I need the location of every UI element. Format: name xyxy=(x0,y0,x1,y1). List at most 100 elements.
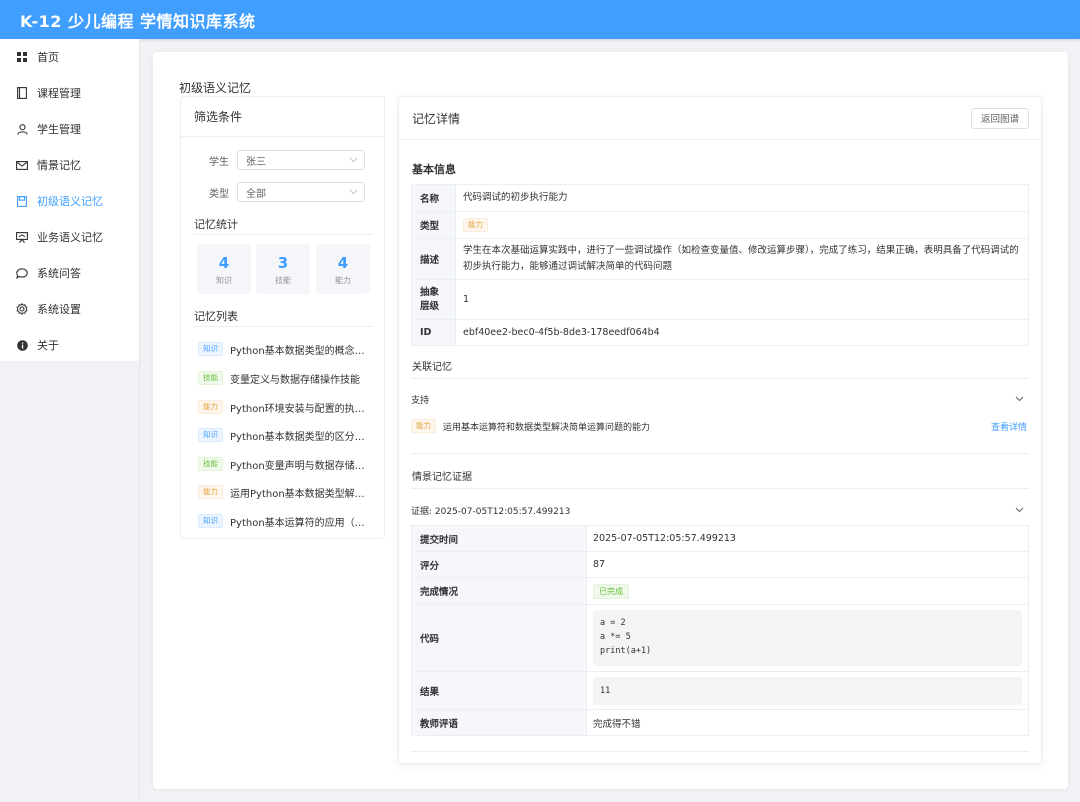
filter-panel-title: 筛选条件 xyxy=(181,97,384,137)
evidence-title: 情景记忆证据 xyxy=(412,472,472,483)
divider xyxy=(411,378,1029,379)
app-title: K-12 少儿编程 学情知识库系统 xyxy=(20,11,256,31)
info-key: 类型 xyxy=(411,211,456,239)
status-badge: 已完成 xyxy=(593,583,629,599)
evidence-group-label: 证据: 2025-07-05T12:05:57.499213 xyxy=(411,507,571,517)
list-item-text: 运用Python基本数据类型解决... xyxy=(230,488,373,500)
sidebar-item-episodic-memory[interactable]: 情景记忆 xyxy=(0,147,139,183)
student-filter-row: 学生 张三 xyxy=(181,150,365,170)
sidebar-item-label: 首页 xyxy=(37,51,59,64)
info-row-level: 抽象层级 1 xyxy=(411,279,1029,320)
stat-label: 知识 xyxy=(216,276,232,285)
list-item[interactable]: 能力 运用Python基本数据类型解决... xyxy=(198,482,373,502)
stats-title: 记忆统计 xyxy=(194,218,238,231)
teacher-comment: 完成得不错 xyxy=(586,709,1029,736)
stat-skill: 3 技能 xyxy=(256,244,310,294)
chevron-down-icon xyxy=(349,187,358,198)
related-memory-text: 运用基本运算符和数据类型解决简单运算问题的能力 xyxy=(443,422,651,433)
sidebar-item-about[interactable]: 关于 xyxy=(0,327,139,363)
type-tag: 技能 xyxy=(198,457,223,471)
abstraction-level: 1 xyxy=(455,279,1029,320)
sidebar-item-label: 业务语义记忆 xyxy=(37,231,103,244)
basic-info-title: 基本信息 xyxy=(412,163,456,176)
type-select[interactable]: 全部 xyxy=(237,182,365,202)
sidebar-item-students[interactable]: 学生管理 xyxy=(0,111,139,147)
student-label: 学生 xyxy=(209,156,229,168)
stat-value: 4 xyxy=(337,254,349,272)
list-item[interactable]: 能力 Python环境安装与配置的执行... xyxy=(198,397,373,417)
stat-label: 能力 xyxy=(335,276,351,285)
info-row-name: 名称 代码调试的初步执行能力 xyxy=(411,184,1029,212)
student-select[interactable]: 张三 xyxy=(237,150,365,170)
student-select-value: 张三 xyxy=(246,156,266,168)
list-item[interactable]: 知识 Python基本数据类型的概念与... xyxy=(198,339,373,359)
info-key: 描述 xyxy=(411,238,456,280)
sidebar-item-semantic-memory[interactable]: 初级语义记忆 xyxy=(0,183,139,219)
info-key: ID xyxy=(411,319,456,346)
related-memory-content: 能力 运用基本运算符和数据类型解决简单运算问题的能力 xyxy=(411,419,650,433)
type-tag: 技能 xyxy=(198,371,223,385)
evidence-key: 代码 xyxy=(411,604,587,672)
info-key: 名称 xyxy=(411,184,456,212)
evidence-key: 结果 xyxy=(411,671,587,710)
view-details-link[interactable]: 查看详情 xyxy=(991,420,1027,433)
info-row-type: 类型 能力 xyxy=(411,211,1029,239)
sidebar-item-label: 初级语义记忆 xyxy=(37,195,103,208)
stat-value: 4 xyxy=(218,254,230,272)
evidence-key: 教师评语 xyxy=(411,709,587,736)
detail-header: 记忆详情 返回图谱 xyxy=(399,97,1041,140)
sidebar-item-courses[interactable]: 课程管理 xyxy=(0,75,139,111)
sidebar-item-label: 系统设置 xyxy=(37,303,81,316)
memory-name: 代码调试的初步执行能力 xyxy=(455,184,1029,212)
app-header: K-12 少儿编程 学情知识库系统 xyxy=(0,0,1080,39)
info-key: 抽象层级 xyxy=(411,279,456,320)
list-item[interactable]: 技能 Python变量声明与数据存储操作 xyxy=(198,454,373,474)
type-tag: 能力 xyxy=(198,400,223,414)
type-select-value: 全部 xyxy=(246,188,266,200)
sidebar-item-business-memory[interactable]: 业务语义记忆 xyxy=(0,219,139,255)
evidence-row-submit-time: 提交时间 2025-07-05T12:05:57.499213 xyxy=(411,525,1029,552)
evidence-row-status: 完成情况 已完成 xyxy=(411,577,1029,605)
list-item[interactable]: 技能 变量定义与数据存储操作技能 xyxy=(198,368,373,388)
detail-title: 记忆详情 xyxy=(412,111,461,126)
sidebar-item-settings[interactable]: 系统设置 xyxy=(0,291,139,327)
evidence-group-header[interactable]: 证据: 2025-07-05T12:05:57.499213 xyxy=(411,504,1029,517)
stat-ability: 4 能力 xyxy=(316,244,370,294)
sidebar-empty-area xyxy=(0,361,140,802)
info-row-description: 描述 学生在本次基础运算实践中，进行了一些调试操作（如检查变量值、修改运算步骤）… xyxy=(411,238,1029,280)
evidence-key: 完成情况 xyxy=(411,577,587,605)
sidebar-item-home[interactable]: 首页 xyxy=(0,39,139,75)
sidebar-item-qa[interactable]: 系统问答 xyxy=(0,255,139,291)
detail-panel: 记忆详情 返回图谱 基本信息 名称 代码调试的初步执行能力 类型 能力 描述 学… xyxy=(398,96,1042,764)
memory-id: ebf40ee2-bec0-4f5b-8de3-178eedf064b4 xyxy=(455,319,1029,346)
back-to-graph-button[interactable]: 返回图谱 xyxy=(970,107,1029,129)
evidence-key: 提交时间 xyxy=(411,525,587,552)
sidebar-item-label: 关于 xyxy=(37,339,59,352)
type-label: 类型 xyxy=(209,188,229,200)
stat-knowledge: 4 知识 xyxy=(197,244,251,294)
evidence-row-code: 代码 a = 2 a *= 5 print(a+1) xyxy=(411,604,1029,672)
page-title: 初级语义记忆 xyxy=(179,81,252,95)
list-item-text: Python环境安装与配置的执行... xyxy=(230,403,373,415)
type-filter-row: 类型 全部 xyxy=(181,182,365,202)
divider xyxy=(411,453,1029,454)
divider xyxy=(194,234,373,235)
related-group-header[interactable]: 支持 xyxy=(411,393,1029,406)
book-icon xyxy=(16,87,28,99)
grid-icon xyxy=(16,51,28,63)
sidebar-item-label: 系统问答 xyxy=(37,267,81,280)
type-tag: 能力 xyxy=(463,218,488,232)
info-value: 能力 xyxy=(455,211,1029,239)
chevron-down-icon xyxy=(1015,395,1024,405)
list-item[interactable]: 知识 Python基本数据类型的区分与... xyxy=(198,425,373,445)
sidebar-item-label: 课程管理 xyxy=(37,87,81,100)
chat-icon xyxy=(16,267,28,279)
list-item[interactable]: 知识 Python基本运算符的应用（数... xyxy=(198,511,373,531)
related-memory-title: 关联记忆 xyxy=(412,362,452,373)
submit-time: 2025-07-05T12:05:57.499213 xyxy=(586,525,1029,552)
sidebar-item-label: 学生管理 xyxy=(37,123,81,136)
stat-label: 技能 xyxy=(275,276,291,285)
evidence-row-score: 评分 87 xyxy=(411,551,1029,578)
result-block: 11 xyxy=(593,676,1022,705)
memory-list-title: 记忆列表 xyxy=(194,310,238,323)
